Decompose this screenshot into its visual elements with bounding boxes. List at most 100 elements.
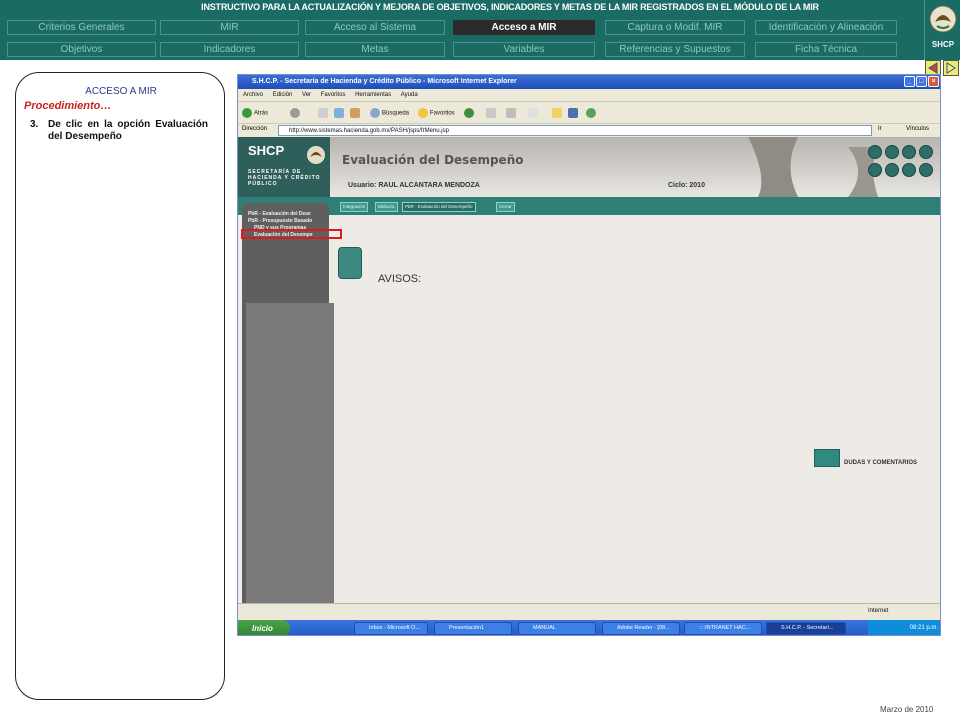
start-button[interactable]: Inicio	[238, 620, 290, 635]
instructions-panel: ACCESO A MIR Procedimiento… 3. De clic e…	[15, 72, 225, 700]
tab-bitacora[interactable]: Bitácora	[375, 202, 398, 212]
task-inbox[interactable]: Inbox - Microsoft O...	[354, 622, 428, 635]
content-area	[330, 215, 940, 603]
website-viewport: SHCP SECRETARÍA DE HACIENDA Y CRÉDITO PÚ…	[238, 137, 940, 603]
home-icon	[350, 108, 360, 118]
tab-mir[interactable]: MIR	[160, 20, 299, 35]
window-title: S.H.C.P. - Secretaría de Hacienda y Créd…	[252, 78, 517, 85]
windows-taskbar: Inicio Inbox - Microsoft O... Presentaci…	[238, 620, 940, 635]
tab-pbr-evaluacion[interactable]: PbR - Evaluación del Desempeño	[402, 202, 476, 212]
zone-label: Internet	[868, 608, 889, 614]
menu-ayuda[interactable]: Ayuda	[401, 92, 418, 98]
forward-icon[interactable]	[868, 163, 882, 177]
menu-archivo[interactable]: Archivo	[243, 92, 263, 98]
mail-icon[interactable]	[885, 145, 899, 159]
tab-ficha-tecnica[interactable]: Ficha Técnica	[755, 42, 897, 57]
cycle-label: Ciclo: 2010	[668, 182, 705, 189]
help-icon[interactable]	[919, 163, 933, 177]
highlight-evaluacion	[241, 229, 342, 239]
close-button[interactable]: ×	[928, 76, 939, 87]
menu-ver[interactable]: Ver	[302, 92, 311, 98]
maximize-button[interactable]: □	[916, 76, 927, 87]
history-button[interactable]	[464, 108, 476, 118]
avisos-book-icon	[338, 247, 362, 279]
stop-icon	[318, 108, 328, 118]
dudas-link[interactable]: DUDAS Y COMENTARIOS	[844, 460, 917, 466]
mail-button[interactable]	[486, 108, 498, 118]
tab-acceso-sistema[interactable]: Acceso al Sistema	[305, 20, 445, 35]
search-button[interactable]: Búsqueda	[370, 108, 409, 118]
tab-criterios-generales[interactable]: Criterios Generales	[7, 20, 156, 35]
shcp-logo: SHCP	[924, 0, 960, 60]
site-title: Evaluación del Desempeño	[342, 153, 524, 167]
panel-subheading: Procedimiento…	[24, 100, 112, 112]
task-shcp[interactable]: S.H.C.P. - Secretarí...	[766, 622, 846, 635]
tab-integracion[interactable]: Integración	[340, 202, 369, 212]
tab-captura-mir[interactable]: Captura o Modif. MIR	[605, 20, 745, 35]
back-button[interactable]: Atrás	[242, 108, 268, 118]
search-label: Búsqueda	[382, 110, 410, 117]
tab-cerrar[interactable]: Cerrar	[496, 202, 515, 212]
go-button[interactable]: Ir	[878, 126, 882, 132]
footer-date: Marzo de 2010	[880, 705, 934, 714]
forward-button[interactable]	[290, 108, 302, 118]
arrow-left-icon	[928, 62, 938, 74]
tab-variables[interactable]: Variables	[453, 42, 595, 57]
task-adobe[interactable]: Adobe Reader - [08...	[602, 622, 680, 635]
tab-acceso-mir[interactable]: Acceso a MIR	[453, 20, 595, 35]
browser-screenshot: S.H.C.P. - Secretaría de Hacienda y Créd…	[237, 74, 941, 636]
clock: 08:21 p.m.	[909, 625, 938, 631]
browser-status-bar: Internet	[238, 603, 940, 617]
address-input[interactable]: http://www.sistemas.hacienda.gob.mx/PASH…	[278, 125, 872, 136]
task-presentacion[interactable]: Presentación1	[434, 622, 512, 635]
browser-toolbar: Atrás Búsqueda Favoritos	[238, 101, 940, 123]
messenger-button[interactable]	[586, 108, 598, 118]
browser-title-bar: S.H.C.P. - Secretaría de Hacienda y Créd…	[238, 75, 940, 89]
refresh-button[interactable]	[334, 108, 346, 118]
system-tray: 08:21 p.m.	[868, 620, 940, 635]
panel-heading: ACCESO A MIR	[85, 86, 157, 97]
research-button[interactable]	[568, 108, 580, 118]
stop-button[interactable]	[318, 108, 330, 118]
tab-referencias[interactable]: Referencias y Supuestos	[605, 42, 745, 57]
star-icon	[418, 108, 428, 118]
back-icon[interactable]	[902, 163, 916, 177]
tab-metas[interactable]: Metas	[305, 42, 445, 57]
menu-herramientas[interactable]: Herramientas	[355, 92, 391, 98]
envelope-icon[interactable]	[814, 449, 840, 467]
menu-favoritos[interactable]: Favoritos	[321, 92, 346, 98]
folder-button[interactable]	[552, 108, 564, 118]
home-icon[interactable]	[902, 145, 916, 159]
menu-edicion[interactable]: Edición	[273, 92, 293, 98]
close-icon[interactable]	[919, 145, 933, 159]
edit-icon	[528, 108, 538, 118]
history-icon	[464, 108, 474, 118]
site-side-nav: PbR - Evaluación del Dese PbR - Presupue…	[242, 203, 334, 603]
edit-button[interactable]	[528, 108, 540, 118]
arrow-right-icon	[946, 62, 956, 74]
task-manual[interactable]: MANUAL	[518, 622, 596, 635]
tab-objetivos[interactable]: Objetivos	[7, 42, 156, 57]
avisos-heading: AVISOS:	[378, 273, 422, 285]
research-icon	[568, 108, 578, 118]
next-slide-button[interactable]	[943, 60, 959, 76]
links-label[interactable]: Vínculos	[906, 126, 929, 132]
nav-pbr-evaluacion[interactable]: PbR - Evaluación del Dese	[248, 211, 311, 217]
phone-icon[interactable]	[868, 145, 882, 159]
messenger-icon	[586, 108, 596, 118]
task-intranet[interactable]: ::::INTRANET HAC...	[684, 622, 762, 635]
home-button[interactable]	[350, 108, 362, 118]
nav-pbr-presupuesto[interactable]: PbR - Presupuesto Basado	[248, 218, 312, 224]
print-button[interactable]	[506, 108, 518, 118]
minimize-button[interactable]: _	[904, 76, 915, 87]
minus-icon[interactable]	[885, 163, 899, 177]
forward-arrow-icon	[290, 108, 300, 118]
favorites-button[interactable]: Favoritos	[418, 108, 455, 118]
tab-indicadores[interactable]: Indicadores	[160, 42, 299, 57]
shcp-label: SHCP	[931, 40, 955, 49]
tab-identificacion[interactable]: Identificación y Alineación	[755, 20, 897, 35]
eagle-seal-icon	[307, 146, 325, 164]
back-label: Atrás	[254, 110, 269, 117]
site-tab-bar: Integración Bitácora PbR - Evaluación de…	[238, 197, 940, 215]
folder-icon	[552, 108, 562, 118]
